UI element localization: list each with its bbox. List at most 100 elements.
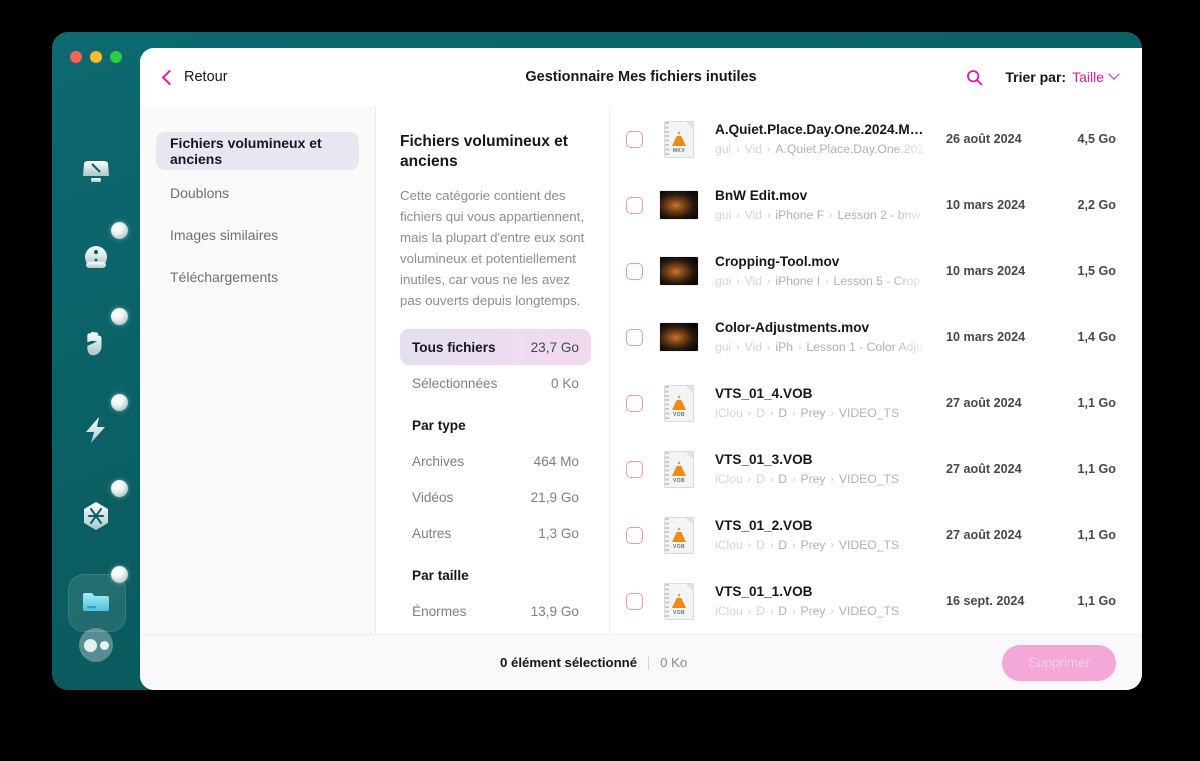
table-row[interactable]: VOB VTS_01_3.VOB iClou › D › D › Prey › VIDEO_TS 27…	[610, 436, 1142, 502]
dock-assistant[interactable]	[52, 628, 140, 662]
sort-by-label: Trier par:	[1005, 69, 1067, 85]
table-row[interactable]: VOB VTS_01_1.VOB iClou › D › D › Prey › VIDEO_TS 16…	[610, 568, 1142, 634]
privacy-eye-icon	[79, 241, 113, 275]
filter-value: 23,7 Go	[530, 339, 579, 355]
file-thumbnail: VOB	[659, 449, 699, 489]
path-segment: Lesson 2 - bnw	[837, 208, 921, 222]
file-thumbnail	[659, 185, 699, 225]
row-checkbox[interactable]	[626, 262, 643, 280]
dock-item-files[interactable]	[68, 566, 128, 632]
vlc-cone-icon	[672, 460, 686, 476]
file-thumbnail: VOB	[659, 581, 699, 621]
sidebar-item-similar-images[interactable]: Images similaires	[156, 216, 359, 254]
scanner-icon	[79, 155, 113, 189]
category-detail-panel: Fichiers volumineux et anciens Cette cat…	[375, 106, 610, 634]
dock-item-scanner[interactable]	[68, 144, 124, 200]
file-size: 2,2 Go	[1077, 198, 1117, 212]
dock-sidebar	[52, 32, 140, 690]
table-row[interactable]: MKV A.Quiet.Place.Day.One.2024.MUL... gui ›…	[610, 106, 1142, 172]
path-segment: Prey	[800, 406, 826, 420]
path-segment: Prey	[800, 604, 826, 618]
sidebar-item-duplicates[interactable]: Doublons	[156, 174, 359, 212]
file-extension-label: VOB	[672, 543, 686, 550]
back-button[interactable]: Retour	[161, 69, 228, 85]
file-name: VTS_01_4.VOB	[715, 386, 813, 401]
detail-title: Fichiers volumineux et anciens	[400, 133, 568, 171]
path-separator-icon: ›	[767, 209, 771, 221]
filter-archives[interactable]: Archives 464 Mo	[400, 443, 591, 479]
selected-size: 0 Ko	[660, 655, 688, 670]
applications-icon	[79, 499, 113, 533]
vlc-cone-icon	[672, 592, 686, 608]
path-separator-icon: ›	[797, 341, 802, 353]
dock-item-speed[interactable]	[68, 394, 128, 458]
path-separator-icon: ›	[736, 143, 740, 155]
app-window: Retour Gestionnaire Mes fichiers inutile…	[52, 32, 1142, 690]
assistant-face-icon	[79, 628, 113, 662]
path-segment: Lesson 1 - Color Adju	[806, 340, 923, 354]
selection-footer: 0 élément sélectionné 0 Ko Supprimer	[140, 634, 1142, 690]
dock-item-applications[interactable]	[68, 480, 128, 544]
vlc-document-icon: VOB	[664, 384, 694, 422]
path-segment: Vid	[744, 142, 763, 156]
filter-others[interactable]: Autres 1,3 Go	[400, 515, 591, 551]
vlc-cone-icon	[672, 394, 686, 410]
path-separator-icon: ›	[769, 605, 774, 617]
path-segment: A.Quiet.Place.Day.One.202	[775, 142, 925, 156]
row-checkbox[interactable]	[626, 460, 643, 478]
filter-videos[interactable]: Vidéos 21,9 Go	[400, 479, 591, 515]
path-separator-icon: ›	[769, 539, 774, 551]
delete-button[interactable]: Supprimer	[1002, 644, 1116, 681]
path-segment: iPhone F	[775, 208, 825, 222]
table-row[interactable]: VOB VTS_01_4.VOB iClou › D › D › Prey › VIDEO_TS 27…	[610, 370, 1142, 436]
path-segment: gui	[715, 340, 732, 354]
file-path: iClou › D › D › Prey › VIDEO_TS	[715, 604, 932, 618]
file-thumbnail: MKV	[659, 119, 699, 159]
dock-item-protection[interactable]	[68, 308, 128, 372]
sort-by-dropdown[interactable]: Trier par: Taille	[1005, 68, 1120, 85]
table-row[interactable]: VOB VTS_01_2.VOB iClou › D › D › Prey › VIDEO_TS 27…	[610, 502, 1142, 568]
file-path: gui › Vid › iPh › Lesson 1 - Color Adju	[715, 340, 932, 354]
file-meta: BnW Edit.mov gui › Vid › iPhone F › Lesson 2 - …	[715, 188, 946, 222]
filter-huge[interactable]: Énormes 13,9 Go	[400, 593, 591, 629]
path-segment: VIDEO_TS	[838, 472, 900, 486]
path-separator-icon: ›	[825, 275, 829, 287]
app-panel: Retour Gestionnaire Mes fichiers inutile…	[140, 48, 1142, 690]
path-segment: iPhone I	[775, 274, 821, 288]
table-row[interactable]: Cropping-Tool.mov gui › Vid › iPhone I › Lesson…	[610, 238, 1142, 304]
sidebar-item-label: Téléchargements	[170, 269, 279, 285]
row-checkbox[interactable]	[626, 328, 643, 346]
row-checkbox[interactable]	[626, 130, 643, 148]
row-checkbox[interactable]	[626, 592, 643, 610]
file-date: 16 sept. 2024	[946, 594, 1025, 608]
path-segment: Lesson 5 - Crop	[833, 274, 921, 288]
table-row[interactable]: BnW Edit.mov gui › Vid › iPhone F › Lesson 2 - …	[610, 172, 1142, 238]
filter-selected[interactable]: Sélectionnées 0 Ko	[400, 365, 591, 401]
file-extension-label: VOB	[672, 411, 686, 418]
path-separator-icon: ›	[767, 143, 771, 155]
vlc-document-icon: VOB	[664, 516, 694, 554]
video-thumbnail	[659, 256, 699, 286]
table-row[interactable]: Color-Adjustments.mov gui › Vid › iPh › Lesson …	[610, 304, 1142, 370]
sidebar-item-label: Doublons	[170, 185, 230, 201]
path-separator-icon: ›	[747, 605, 752, 617]
file-meta: VTS_01_2.VOB iClou › D › D › Prey › VIDEO_TS	[715, 518, 946, 552]
row-checkbox[interactable]	[626, 526, 643, 544]
path-segment: gui	[715, 142, 732, 156]
filter-value: 1,3 Go	[538, 525, 579, 541]
row-checkbox[interactable]	[626, 394, 643, 412]
notification-led-icon	[111, 566, 128, 583]
file-name: VTS_01_2.VOB	[715, 518, 813, 533]
file-path: iClou › D › D › Prey › VIDEO_TS	[715, 472, 932, 486]
header-actions: Trier par: Taille	[966, 68, 1120, 86]
file-size: 1,5 Go	[1077, 264, 1117, 278]
file-list[interactable]: MKV A.Quiet.Place.Day.One.2024.MUL... gui ›…	[610, 106, 1142, 634]
dock-item-privacy[interactable]	[68, 222, 128, 286]
sidebar-item-downloads[interactable]: Téléchargements	[156, 258, 359, 296]
path-segment: gui	[715, 208, 732, 222]
filter-all-files[interactable]: Tous fichiers 23,7 Go	[400, 329, 591, 366]
path-separator-icon: ›	[736, 341, 740, 353]
search-icon[interactable]	[966, 69, 983, 86]
row-checkbox[interactable]	[626, 196, 643, 214]
sidebar-item-large-old-files[interactable]: Fichiers volumineux et anciens	[156, 132, 359, 170]
